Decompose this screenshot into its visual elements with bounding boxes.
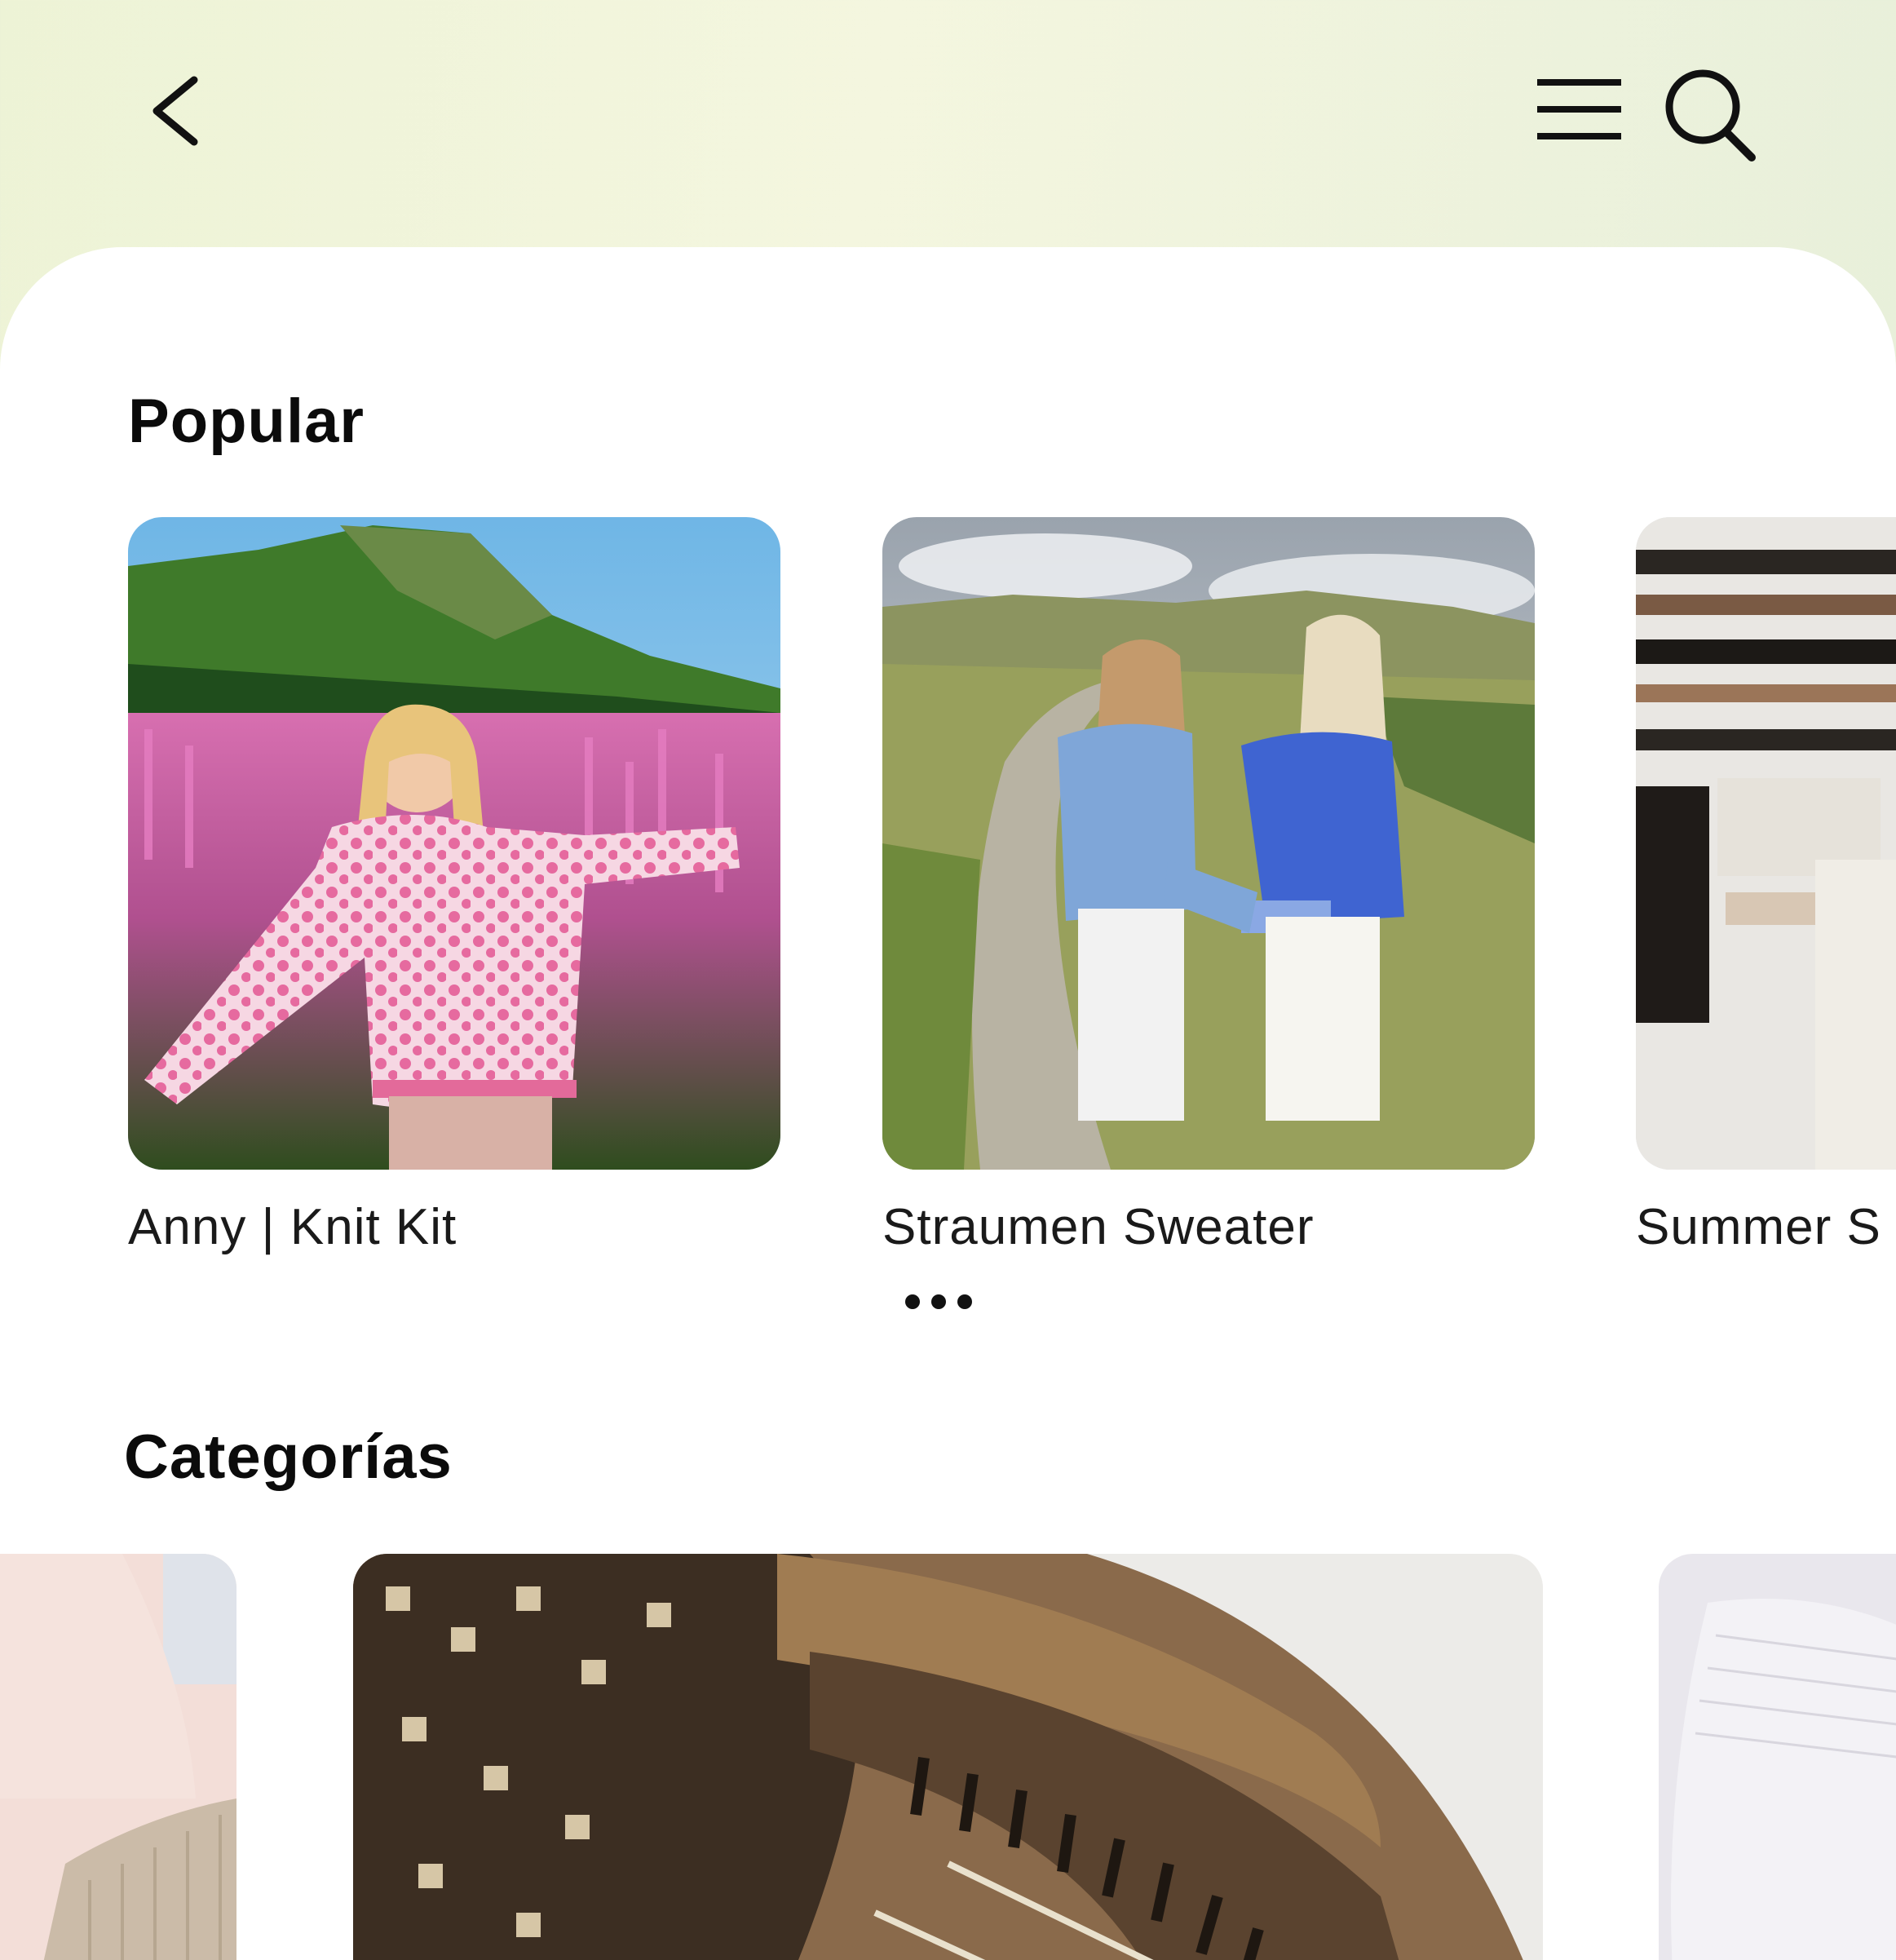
menu-button[interactable] <box>1533 73 1627 147</box>
category-card[interactable] <box>0 1554 236 1960</box>
pager-dot[interactable] <box>931 1294 946 1309</box>
product-image <box>128 517 780 1170</box>
carousel-pager[interactable] <box>905 1294 972 1309</box>
popular-card-straumen[interactable]: Straumen Sweater <box>882 517 1535 1255</box>
category-image <box>1659 1554 1896 1960</box>
product-label: Summer S <box>1636 1199 1881 1255</box>
search-button[interactable] <box>1660 64 1761 166</box>
hamburger-menu-icon <box>1537 79 1621 139</box>
category-image <box>353 1554 1543 1960</box>
category-card[interactable] <box>1659 1554 1896 1960</box>
chevron-left-icon <box>152 76 198 146</box>
top-bar <box>0 0 1896 245</box>
content-sheet: Popular Anny | Knit Kit Straumen Sweater… <box>0 247 1896 1960</box>
popular-card-anny[interactable]: Anny | Knit Kit <box>128 517 780 1255</box>
popular-card-summer[interactable]: Summer S <box>1636 517 1896 1255</box>
popular-section-title: Popular <box>128 387 365 456</box>
product-image <box>882 517 1535 1170</box>
categories-section-title: Categorías <box>124 1422 453 1492</box>
product-label: Straumen Sweater <box>882 1199 1315 1255</box>
search-icon <box>1665 69 1756 161</box>
product-label: Anny | Knit Kit <box>128 1199 457 1255</box>
category-card[interactable] <box>353 1554 1543 1960</box>
product-image <box>1636 517 1896 1170</box>
pager-dot[interactable] <box>905 1294 920 1309</box>
pager-dot[interactable] <box>957 1294 972 1309</box>
back-button[interactable] <box>139 57 228 163</box>
category-image <box>0 1554 236 1960</box>
